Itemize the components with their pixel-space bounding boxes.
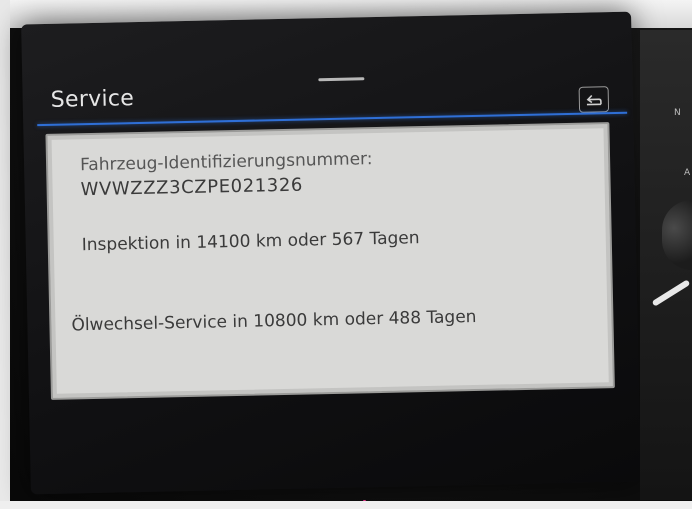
vin-value: WVWZZZ3CZPE021326 bbox=[80, 174, 304, 201]
infotainment-screen: Service Fahrzeug-Identifizierungsnummer:… bbox=[21, 11, 641, 495]
vin-label: Fahrzeug-Identifizierungsnummer: bbox=[79, 149, 373, 176]
oil-service-due-text: Ölwechsel-Service in 10800 km oder 488 T… bbox=[71, 306, 477, 336]
page-title: Service bbox=[50, 86, 135, 113]
side-label-mid: A bbox=[684, 168, 691, 178]
back-button[interactable] bbox=[578, 86, 610, 113]
drag-handle[interactable] bbox=[318, 77, 365, 82]
left-bezel bbox=[0, 0, 10, 509]
inspection-due-text: Inspektion in 14100 km oder 567 Tagen bbox=[81, 228, 420, 256]
service-info-dialog: Fahrzeug-Identifizierungsnummer: WVWZZZ3… bbox=[45, 122, 615, 400]
bottom-bezel bbox=[0, 501, 692, 509]
photo-background: Service Fahrzeug-Identifizierungsnummer:… bbox=[0, 0, 692, 509]
side-label-top: N bbox=[674, 108, 681, 118]
return-arrow-icon bbox=[586, 94, 602, 106]
